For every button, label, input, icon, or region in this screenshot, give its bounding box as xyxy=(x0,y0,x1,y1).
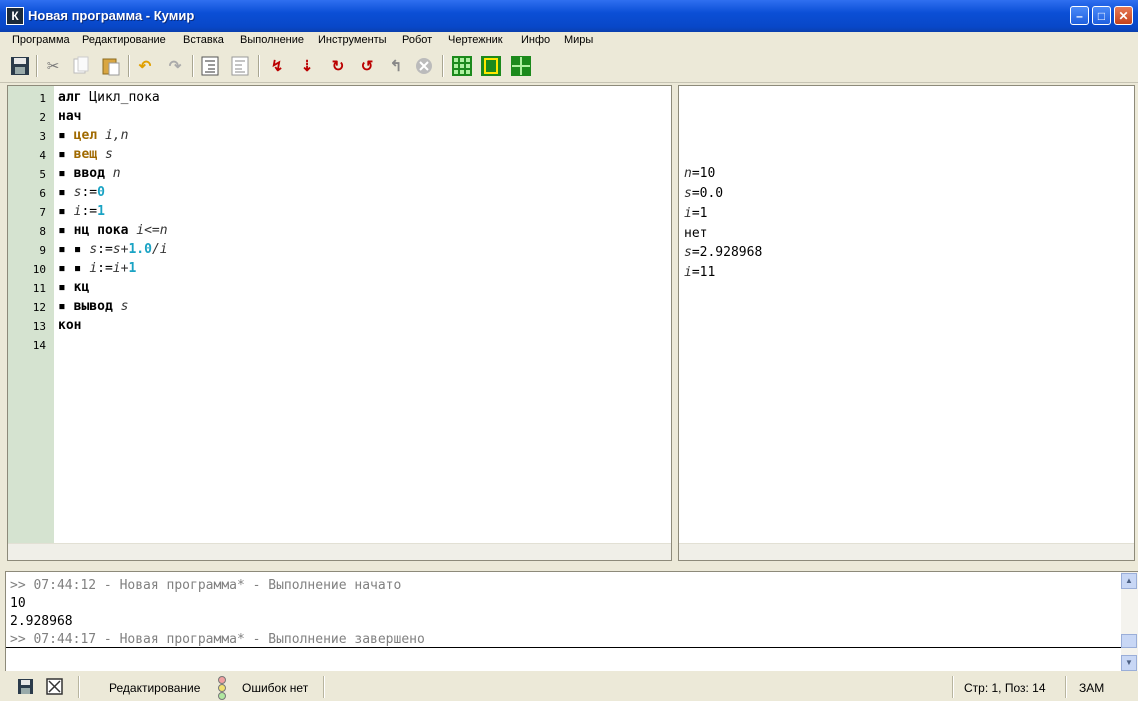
stop-icon[interactable] xyxy=(412,55,436,77)
line-number: 12 xyxy=(32,301,46,314)
status-close-icon[interactable] xyxy=(46,678,63,698)
menu-robot[interactable]: Робот xyxy=(400,34,434,46)
console-panel[interactable]: >> 07:44:12 - Новая программа* - Выполне… xyxy=(5,571,1138,671)
output-line: i=11 xyxy=(684,265,716,280)
minimize-button[interactable]: – xyxy=(1070,6,1089,25)
line-number: 10 xyxy=(32,263,46,276)
code-line-2: нач xyxy=(58,109,82,124)
kumir-app-icon[interactable]: К xyxy=(6,7,24,25)
close-button[interactable]: ✕ xyxy=(1114,6,1133,25)
status-cursor-position: Стр: 1, Поз: 14 xyxy=(964,681,1046,695)
menu-edit[interactable]: Редактирование xyxy=(80,34,168,46)
line-number: 11 xyxy=(32,282,46,295)
code-line-8: ▪ нц пока i<=n xyxy=(58,223,168,238)
scroll-thumb[interactable] xyxy=(1121,634,1137,648)
line-number: 4 xyxy=(39,149,46,162)
line-number: 2 xyxy=(39,111,46,124)
redo-icon[interactable]: ↷ xyxy=(163,55,187,77)
grid-layout-icon[interactable] xyxy=(450,55,474,77)
output-line: s=2.928968 xyxy=(684,245,763,260)
status-bar: Редактирование Ошибок нет Стр: 1, Поз: 1… xyxy=(0,673,1138,701)
line-number: 6 xyxy=(39,187,46,200)
maximize-button[interactable]: □ xyxy=(1092,6,1111,25)
code-line-9: ▪ ▪ s:=s+1.0/i xyxy=(58,242,168,257)
status-insert-mode: ЗАМ xyxy=(1079,681,1105,695)
console-line: 2.928968 xyxy=(10,614,73,629)
undo-icon[interactable]: ↶ xyxy=(133,55,157,77)
code-editor[interactable]: 1 2 3 4 5 6 7 8 9 10 11 12 13 14 алг Цик… xyxy=(7,85,672,561)
line-number-gutter: 1 2 3 4 5 6 7 8 9 10 11 12 13 14 xyxy=(8,86,54,544)
menu-draftsman[interactable]: Чертежник xyxy=(446,34,505,46)
console-line: 10 xyxy=(10,596,26,611)
code-line-3: ▪ цел i,n xyxy=(58,128,129,143)
window-title: Новая программа - Кумир xyxy=(28,8,195,23)
run-icon[interactable]: ↯ xyxy=(265,55,289,77)
title-bar: К Новая программа - Кумир – □ ✕ xyxy=(0,0,1138,32)
menu-bar: Программа Редактирование Вставка Выполне… xyxy=(0,32,1138,51)
save-icon[interactable] xyxy=(8,55,32,77)
code-line-6: ▪ s:=0 xyxy=(58,185,105,200)
scroll-up-icon[interactable]: ▲ xyxy=(1121,573,1137,589)
code-line-7: ▪ i:=1 xyxy=(58,204,105,219)
toolbar: ✂ ↶ ↷ ↯ ⇣ ↻ ↺ ↰ xyxy=(0,51,1138,83)
editor-horizontal-scrollbar[interactable] xyxy=(8,543,671,560)
copy-icon[interactable] xyxy=(69,55,93,77)
menu-tools[interactable]: Инструменты xyxy=(316,34,389,46)
code-line-4: ▪ вещ s xyxy=(58,147,113,162)
output-line: i=1 xyxy=(684,206,708,221)
output-line: s=0.0 xyxy=(684,186,724,201)
menu-info[interactable]: Инфо xyxy=(519,34,552,46)
status-mode: Редактирование xyxy=(109,681,201,695)
step-over-icon[interactable]: ↺ xyxy=(355,55,379,77)
line-number: 9 xyxy=(39,244,46,257)
status-save-icon[interactable] xyxy=(17,678,34,698)
output-line: нет xyxy=(684,226,708,241)
step-out-icon[interactable]: ↰ xyxy=(384,55,408,77)
output-horizontal-scrollbar[interactable] xyxy=(679,543,1134,560)
cut-icon[interactable]: ✂ xyxy=(41,55,65,77)
menu-program[interactable]: Программа xyxy=(10,34,72,46)
menu-insert[interactable]: Вставка xyxy=(181,34,226,46)
split-layout-icon[interactable] xyxy=(509,55,533,77)
paste-icon[interactable] xyxy=(99,55,123,77)
line-number: 14 xyxy=(32,339,46,352)
line-number: 7 xyxy=(39,206,46,219)
console-divider xyxy=(6,647,1121,648)
menu-worlds[interactable]: Миры xyxy=(562,34,595,46)
run-step-icon[interactable]: ⇣ xyxy=(295,55,319,77)
code-line-11: ▪ кц xyxy=(58,280,90,295)
line-number: 8 xyxy=(39,225,46,238)
code-line-12: ▪ вывод s xyxy=(58,299,129,314)
console-line: >> 07:44:12 - Новая программа* - Выполне… xyxy=(10,578,402,593)
output-panel[interactable]: n=10 s=0.0 i=1 нет s=2.928968 i=11 xyxy=(678,85,1135,561)
console-line: >> 07:44:17 - Новая программа* - Выполне… xyxy=(10,632,425,647)
scroll-down-icon[interactable]: ▼ xyxy=(1121,655,1137,671)
code-line-13: кон xyxy=(58,318,82,333)
pen-layout-icon[interactable] xyxy=(479,55,503,77)
status-errors: Ошибок нет xyxy=(242,681,309,695)
indent-icon[interactable] xyxy=(198,55,222,77)
line-number: 13 xyxy=(32,320,46,333)
menu-run[interactable]: Выполнение xyxy=(238,34,306,46)
unindent-icon[interactable] xyxy=(228,55,252,77)
console-vertical-scrollbar[interactable]: ▲ ▼ xyxy=(1121,572,1138,671)
line-number: 3 xyxy=(39,130,46,143)
code-line-1: алг Цикл_пока xyxy=(58,90,160,105)
line-number: 5 xyxy=(39,168,46,181)
code-line-5: ▪ ввод n xyxy=(58,166,121,181)
output-line: n=10 xyxy=(684,166,716,181)
code-line-10: ▪ ▪ i:=i+1 xyxy=(58,261,137,276)
step-into-icon[interactable]: ↻ xyxy=(326,55,350,77)
line-number: 1 xyxy=(39,92,46,105)
